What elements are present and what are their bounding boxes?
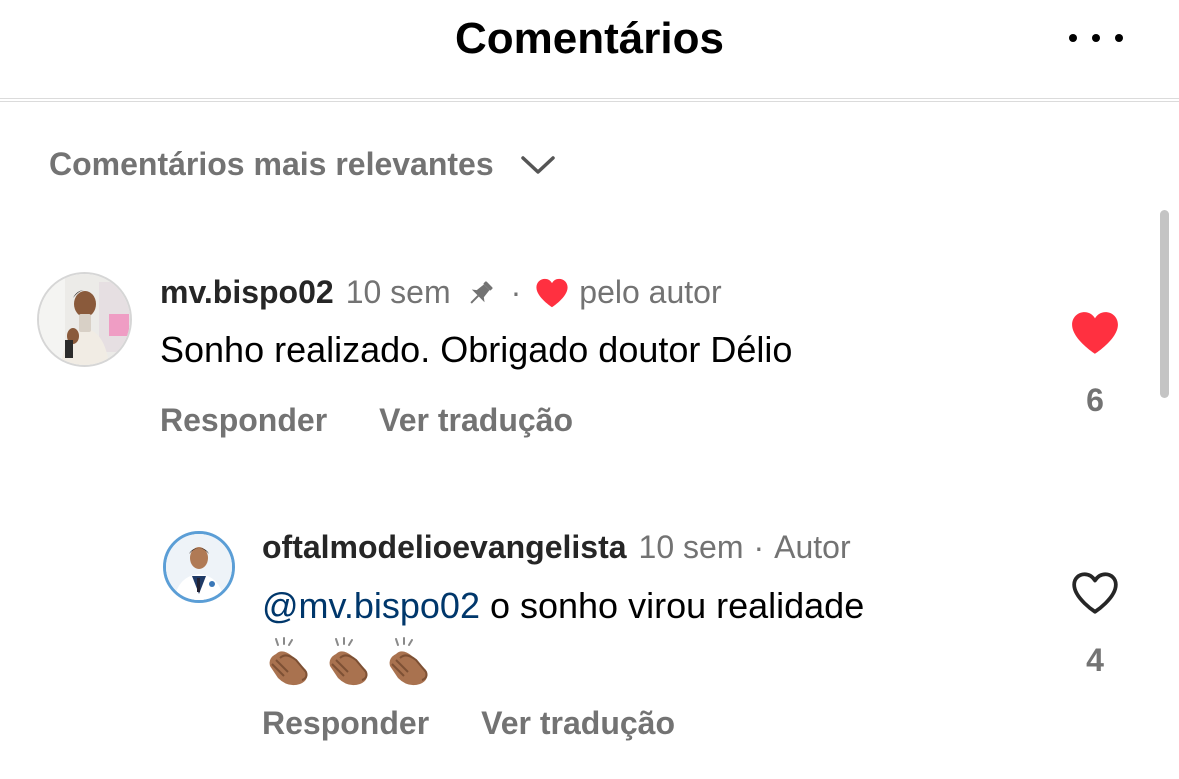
heart-outline-icon[interactable] bbox=[1070, 570, 1120, 616]
header-bar: Comentários bbox=[0, 0, 1179, 102]
avatar[interactable] bbox=[37, 272, 132, 367]
comment-username[interactable]: mv.bispo02 bbox=[160, 274, 334, 311]
clapping-hands-icon bbox=[269, 637, 308, 686]
page-title: Comentários bbox=[455, 14, 724, 63]
sort-dropdown[interactable]: Comentários mais relevantes bbox=[49, 146, 556, 183]
comment-actions: Responder Ver tradução bbox=[160, 402, 573, 439]
mention-link[interactable]: @mv.bispo02 bbox=[262, 585, 480, 626]
clapping-hands-icon bbox=[389, 637, 428, 686]
meta-separator: · bbox=[753, 529, 765, 565]
comment-timestamp: 10 sem bbox=[638, 529, 744, 565]
chevron-down-icon bbox=[520, 155, 555, 174]
comment-text: Sonho realizado. Obrigado doutor Délio bbox=[160, 329, 793, 370]
comment-meta: oftalmodelioevangelista 10 sem · Autor bbox=[262, 529, 851, 566]
avatar-photo bbox=[39, 274, 130, 365]
like-column: 6 bbox=[1065, 310, 1125, 419]
reply-button[interactable]: Responder bbox=[262, 705, 429, 742]
pin-icon bbox=[470, 280, 493, 304]
sort-label: Comentários mais relevantes bbox=[49, 146, 494, 182]
comment-text: @mv.bispo02 o sonho virou realidade bbox=[262, 578, 1022, 688]
author-badge: Autor bbox=[774, 529, 851, 565]
like-count: 4 bbox=[1086, 642, 1104, 678]
comment-username[interactable]: oftalmodelioevangelista bbox=[262, 529, 627, 566]
translate-button[interactable]: Ver tradução bbox=[379, 402, 573, 439]
emoji-row bbox=[262, 636, 1022, 688]
comment-meta: mv.bispo02 10 sem · pelo autor bbox=[160, 274, 722, 311]
like-count: 6 bbox=[1086, 382, 1104, 418]
heart-filled-icon[interactable] bbox=[1070, 310, 1120, 356]
reply-button[interactable]: Responder bbox=[160, 402, 327, 439]
avatar[interactable] bbox=[163, 531, 235, 603]
comment-timestamp: 10 sem bbox=[345, 274, 451, 310]
more-options-icon[interactable] bbox=[1069, 26, 1123, 50]
meta-separator: · bbox=[510, 274, 522, 310]
liked-by-author-label: pelo autor bbox=[579, 274, 722, 310]
translate-button[interactable]: Ver tradução bbox=[481, 705, 675, 742]
scrollbar[interactable] bbox=[1160, 210, 1169, 398]
comment-actions: Responder Ver tradução bbox=[262, 705, 675, 742]
comment-body: o sonho virou realidade bbox=[479, 585, 865, 626]
avatar-photo bbox=[166, 534, 232, 600]
like-column: 4 bbox=[1065, 570, 1125, 679]
clapping-hands-icon bbox=[329, 637, 368, 686]
liked-by-author-heart-icon bbox=[536, 278, 568, 307]
